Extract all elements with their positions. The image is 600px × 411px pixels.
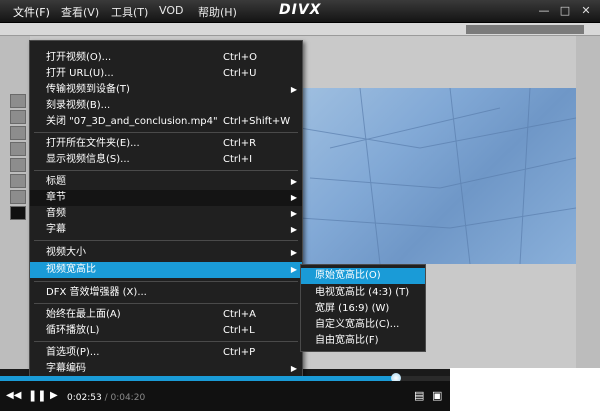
menu-item-subtitles[interactable]: 字幕 ▶ — [30, 222, 302, 238]
background-area — [450, 368, 600, 411]
video-frame-tool — [10, 94, 26, 108]
menu-bar: 文件(F) 查看(V) 工具(T) VOD 帮助(H) DIVX — □ ✕ — [0, 0, 600, 23]
player-controls: ◀◀ ❚❚ ▶ 0:02:53 / 0:04:20 ▤ ▣ — [0, 381, 450, 411]
video-frame-tool — [10, 190, 26, 204]
timecode: 0:02:53 / 0:04:20 — [67, 393, 145, 403]
menu-item-burn-video[interactable]: 刻录视频(B)... — [30, 98, 302, 114]
menu-file[interactable]: 文件(F) — [13, 4, 50, 20]
submenu-item-tv-4-3[interactable]: 电视宽高比 (4:3) (T) — [301, 285, 425, 301]
menu-item-open-video[interactable]: 打开视频(O)... Ctrl+O — [30, 50, 302, 66]
menu-item-chapter[interactable]: 章节 ▶ — [30, 190, 302, 206]
menu-item-aspect-ratio[interactable]: 视频宽高比 ▶ — [30, 262, 302, 278]
menu-item-close-file[interactable]: 关闭 "07_3D_and_conclusion.mp4" Ctrl+Shift+… — [30, 114, 302, 130]
submenu-arrow-icon: ▶ — [290, 177, 297, 186]
minimize-icon[interactable]: — — [535, 3, 553, 18]
menu-item-dfx-enhancer[interactable]: DFX 音效增强器 (X)... — [30, 285, 302, 301]
menu-item-loop[interactable]: 循环播放(L) Ctrl+L — [30, 323, 302, 339]
submenu-item-custom[interactable]: 自定义宽高比(C)... — [301, 317, 425, 333]
video-frame-sketch — [300, 88, 576, 264]
menu-item-open-folder[interactable]: 打开所在文件夹(E)... Ctrl+R — [30, 136, 302, 152]
video-frame-toolbox — [0, 36, 30, 369]
aspect-ratio-submenu: 原始宽高比(O) 电视宽高比 (4:3) (T) 宽屏 (16:9) (W) 自… — [300, 264, 426, 352]
video-frame-swatch — [10, 206, 26, 220]
maximize-icon[interactable]: □ — [556, 3, 574, 18]
menu-item-title[interactable]: 标题 ▶ — [30, 174, 302, 190]
current-time: 0:02:53 — [67, 393, 102, 403]
divx-logo: DIVX — [279, 2, 322, 18]
pause-icon[interactable]: ❚❚ — [28, 389, 46, 402]
menu-view[interactable]: 查看(V) — [61, 4, 99, 20]
video-frame-tool — [10, 126, 26, 140]
video-frame-panel — [466, 25, 584, 34]
submenu-item-original[interactable]: 原始宽高比(O) — [301, 268, 425, 284]
menu-item-subtitle-encoding[interactable]: 字幕编码 ▶ — [30, 361, 302, 377]
fullscreen-icon[interactable]: ▣ — [432, 389, 442, 402]
menu-item-audio[interactable]: 音频 ▶ — [30, 206, 302, 222]
total-time: / 0:04:20 — [104, 393, 146, 403]
submenu-item-widescreen-16-9[interactable]: 宽屏 (16:9) (W) — [301, 301, 425, 317]
menu-item-video-size[interactable]: 视频大小 ▶ — [30, 245, 302, 261]
menu-separator — [34, 281, 298, 282]
submenu-item-free[interactable]: 自由宽高比(F) — [301, 333, 425, 349]
video-frame-tool — [10, 158, 26, 172]
subtitle-icon[interactable]: ▤ — [414, 389, 424, 402]
menu-separator — [34, 132, 298, 133]
submenu-arrow-icon: ▶ — [290, 209, 297, 218]
close-icon[interactable]: ✕ — [577, 3, 595, 18]
menu-item-always-on-top[interactable]: 始终在最上面(A) Ctrl+A — [30, 307, 302, 323]
menu-item-transfer-to-device[interactable]: 传输视频到设备(T) ▶ — [30, 82, 302, 98]
submenu-arrow-icon: ▶ — [290, 364, 297, 373]
video-frame-tool — [10, 174, 26, 188]
menu-item-video-info[interactable]: 显示视频信息(S)... Ctrl+I — [30, 152, 302, 168]
menu-separator — [34, 170, 298, 171]
menu-vod[interactable]: VOD — [159, 4, 183, 17]
file-menu-dropdown: 打开视频(O)... Ctrl+O 打开 URL(U)... Ctrl+U 传输视频… — [29, 40, 303, 378]
menu-separator — [34, 341, 298, 342]
menu-tools[interactable]: 工具(T) — [111, 4, 148, 20]
submenu-arrow-icon: ▶ — [290, 265, 297, 274]
submenu-arrow-icon: ▶ — [290, 85, 297, 94]
rewind-icon[interactable]: ◀◀ — [6, 390, 21, 401]
menu-item-open-url[interactable]: 打开 URL(U)... Ctrl+U — [30, 66, 302, 82]
menu-help[interactable]: 帮助(H) — [198, 4, 237, 20]
video-frame-tool — [10, 142, 26, 156]
submenu-arrow-icon: ▶ — [290, 193, 297, 202]
menu-item-preferences[interactable]: 首选项(P)... Ctrl+P — [30, 345, 302, 361]
divx-player-window: 文件(F) 查看(V) 工具(T) VOD 帮助(H) DIVX — □ ✕ 打… — [0, 0, 600, 411]
submenu-arrow-icon: ▶ — [290, 248, 297, 257]
submenu-arrow-icon: ▶ — [290, 225, 297, 234]
menu-separator — [34, 240, 298, 241]
video-frame-tool — [10, 110, 26, 124]
video-frame-right-panel — [576, 36, 600, 369]
forward-icon[interactable]: ▶ — [50, 390, 58, 401]
menu-separator — [34, 303, 298, 304]
